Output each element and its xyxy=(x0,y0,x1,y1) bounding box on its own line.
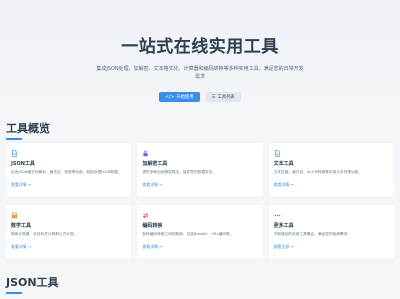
card-description: 提供多种加密解密算法，保护您的数据安全。 xyxy=(142,170,217,174)
card-detail-link[interactable]: 查看详情 → xyxy=(274,182,389,188)
card-description: 不断增加的实用工具集合，满足您的各种需求。 xyxy=(273,232,352,236)
title-underline xyxy=(6,292,22,294)
tool-cards-grid: JSON工具 包含JSON格式化解析、格式化、校验等功能，轻松处理JSON数据。… xyxy=(6,143,394,259)
card-description: 简单计算器、支持科学计算和公式计算。 xyxy=(11,232,78,236)
card-description: 包含JSON格式化解析、格式化、校验等功能，轻松处理JSON数据。 xyxy=(11,170,122,174)
text-file-icon xyxy=(274,150,280,157)
json-section-title: JSON工具 xyxy=(6,274,59,294)
card-title: 文本工具 xyxy=(273,161,294,167)
card-title: JSON工具 xyxy=(11,161,35,167)
tool-card-math[interactable]: 数学工具 简单计算器、支持科学计算和公式计算。 查看详情 → xyxy=(6,205,132,259)
exchange-icon xyxy=(143,212,149,219)
tool-card-encoding[interactable]: 编码转换 各种编码转换之间的转换，包括Base64、URL编码等。 查看详情 → xyxy=(137,205,263,259)
card-description: 各种编码转换之间的转换，包括Base64、URL编码等。 xyxy=(142,232,234,236)
json-file-icon xyxy=(12,150,17,157)
hero-title: 一站式在线实用工具 xyxy=(121,37,279,57)
calculator-icon xyxy=(12,212,17,219)
overview-section-title: 工具概览 xyxy=(6,120,50,140)
lock-icon xyxy=(143,150,148,157)
card-detail-link[interactable]: 查看详情 → xyxy=(11,244,126,250)
card-title: 数学工具 xyxy=(11,223,32,229)
card-title: 编码转换 xyxy=(142,223,163,229)
tool-card-more[interactable]: 更多工具 不断增加的实用工具集合，满足您的各种需求。 查看全部 → xyxy=(268,205,394,259)
tool-card-crypto[interactable]: 加解密工具 提供多种加密解密算法，保护您的数据安全。 查看详情 → xyxy=(137,143,263,197)
start-using-label: 开始使用 xyxy=(176,95,194,100)
overview-title-text: 工具概览 xyxy=(6,122,50,135)
tool-list-label: 工具列表 xyxy=(217,95,235,100)
hero-actions: </> 开始使用 ☰ 工具列表 xyxy=(0,92,400,102)
tool-list-button[interactable]: ☰ 工具列表 xyxy=(205,92,241,102)
card-detail-link[interactable]: 查看详情 → xyxy=(11,182,126,188)
hero-description: 集成JSON处理、加解密、文本格式化、计算器和编码转换等多种实用工具，满足您的日… xyxy=(96,66,304,80)
card-view-all-link[interactable]: 查看全部 → xyxy=(274,244,389,250)
hero-section: 一站式在线实用工具 集成JSON处理、加解密、文本格式化、计算器和编码转换等多种… xyxy=(0,0,400,102)
code-icon: </> xyxy=(165,94,175,100)
tool-card-text[interactable]: 文本工具 文本压缩、格式化、大小写转换等实用文本处理功能。 查看详情 → xyxy=(268,143,394,197)
card-title: 更多工具 xyxy=(273,223,294,229)
card-detail-link[interactable]: 查看详情 → xyxy=(142,182,257,188)
list-icon: ☰ xyxy=(211,94,216,100)
title-underline xyxy=(6,138,22,140)
start-using-button[interactable]: </> 开始使用 xyxy=(159,92,200,102)
card-description: 文本压缩、格式化、大小写转换等实用文本处理功能。 xyxy=(273,170,363,174)
json-title-text: JSON工具 xyxy=(6,276,59,289)
tool-card-json[interactable]: JSON工具 包含JSON格式化解析、格式化、校验等功能，轻松处理JSON数据。… xyxy=(6,143,132,197)
card-title: 加解密工具 xyxy=(142,161,168,167)
more-dots-icon xyxy=(274,214,280,217)
card-detail-link[interactable]: 查看详情 → xyxy=(142,244,257,250)
